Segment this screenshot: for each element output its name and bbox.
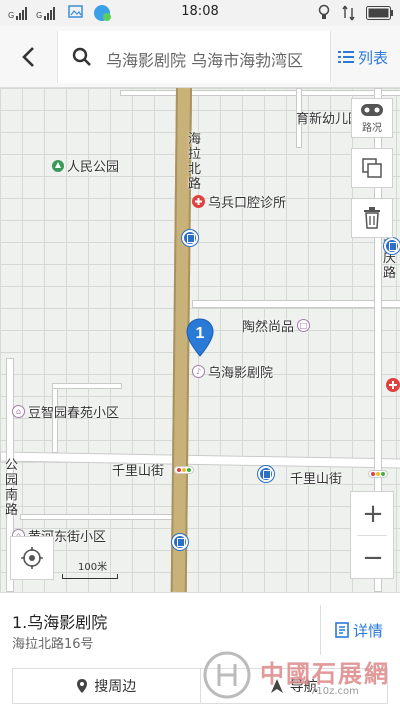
- layers-button[interactable]: [351, 148, 393, 188]
- chevron-left-icon: [22, 47, 34, 67]
- poi-shop: 陶然尚品 □: [242, 316, 311, 335]
- park-icon: [52, 159, 64, 172]
- zoom-control: + −: [350, 491, 394, 579]
- road-lower: [20, 514, 180, 520]
- location-bulb-icon: [318, 4, 330, 19]
- bus-stop-4[interactable]: [384, 238, 400, 254]
- road-side-2: [52, 383, 122, 389]
- document-icon: [335, 622, 349, 638]
- road-label-gongyuan: 公园南路: [5, 458, 19, 518]
- map-view[interactable]: 育新幼儿园 人民公园 乌兵口腔诊所 海拉北路 大庆路 陶然尚品 □ ♪ 乌海影剧…: [0, 88, 400, 592]
- result-pin-icon[interactable]: 1: [186, 318, 214, 358]
- status-time: 18:08: [181, 4, 219, 19]
- poi-theater[interactable]: ♪ 乌海影剧院: [192, 362, 273, 381]
- bus-stop-3[interactable]: [172, 534, 188, 550]
- search-query-text: 乌海影剧院 乌海市海勃湾区: [106, 51, 304, 70]
- layers-icon: [362, 158, 382, 178]
- road-qianlishan: [0, 451, 400, 469]
- theater-icon: ♪: [192, 365, 205, 378]
- community-icon: ⌂: [12, 405, 25, 418]
- hospital-icon: [192, 195, 205, 208]
- watermark-text: 中國石展網: [260, 659, 390, 688]
- location-pin-icon: [77, 679, 88, 693]
- zoom-out-button[interactable]: −: [351, 536, 395, 579]
- hospital-edge-icon: [386, 378, 400, 392]
- trash-icon: [364, 207, 380, 229]
- search-input[interactable]: 乌海影剧院 乌海市海勃湾区: [57, 31, 331, 83]
- scale-label: 100米: [78, 562, 108, 573]
- road-label-qianlishan-1: 千里山街: [112, 464, 165, 479]
- search-nearby-button[interactable]: 搜周边: [13, 669, 200, 703]
- result-title[interactable]: 1.乌海影剧院: [12, 609, 107, 633]
- traffic-icon: [361, 103, 383, 116]
- bus-stop-2[interactable]: [258, 466, 274, 482]
- pin-number: 1: [196, 325, 205, 342]
- road-horizontal-mid: [192, 300, 400, 308]
- traffic-toggle-button[interactable]: 路况: [351, 98, 393, 138]
- battery-icon: [366, 6, 393, 20]
- locate-icon: [21, 547, 43, 569]
- watermark: 中國石展網 710z.com: [198, 648, 398, 708]
- back-button[interactable]: [10, 41, 46, 73]
- list-button[interactable]: 列表: [338, 46, 396, 68]
- road-label-hailabei: 海拉北路: [188, 132, 202, 192]
- status-bar: G G 18:08: [0, 0, 400, 26]
- list-icon: [338, 51, 354, 63]
- zoom-in-button[interactable]: +: [351, 492, 395, 535]
- shop-icon: □: [297, 319, 311, 332]
- road-label-qianlishan-2: 千里山街: [290, 472, 343, 487]
- result-address: 海拉北路16号: [12, 637, 94, 652]
- poi-clinic: 乌兵口腔诊所: [192, 192, 286, 211]
- watermark-seal-icon: [203, 651, 251, 699]
- traffic-light-1: [174, 466, 194, 474]
- watermark-url: 710z.com: [310, 686, 359, 697]
- search-header: 乌海影剧院 乌海市海勃湾区 列表: [0, 26, 400, 88]
- traffic-light-2: [368, 470, 388, 478]
- road-top: [120, 90, 400, 96]
- traffic-label: 路况: [362, 122, 382, 134]
- poi-community-1: ⌂ 豆智园春苑小区: [12, 402, 119, 421]
- map-scale: 100米: [62, 558, 118, 579]
- detail-label: 详情: [353, 621, 384, 640]
- search-icon: [72, 47, 91, 66]
- clear-button[interactable]: [351, 198, 393, 238]
- signal-transfer-icon: [342, 5, 355, 21]
- search-nearby-label: 搜周边: [94, 679, 137, 695]
- list-label: 列表: [358, 48, 389, 67]
- my-location-button[interactable]: [10, 536, 54, 580]
- bus-stop-1[interactable]: [182, 230, 198, 246]
- poi-park: 人民公园: [52, 156, 119, 175]
